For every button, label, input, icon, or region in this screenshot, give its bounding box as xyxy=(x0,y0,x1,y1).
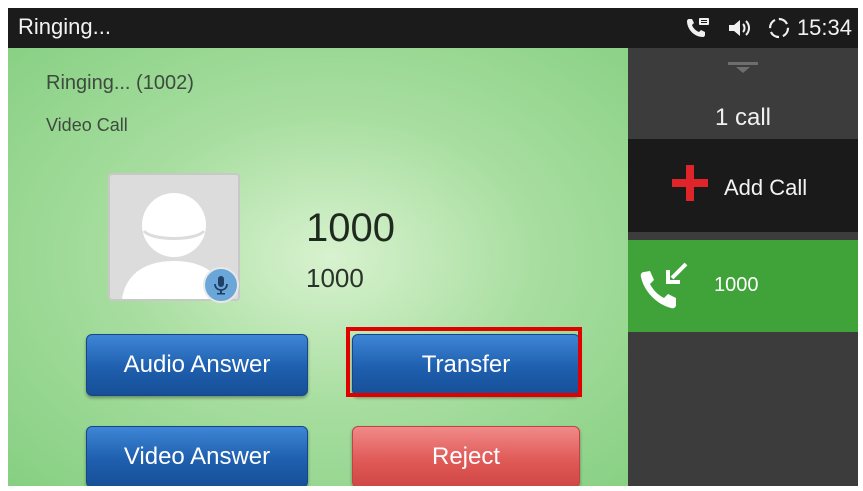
call-count: 1 call xyxy=(714,104,772,131)
reject-button[interactable]: Reject xyxy=(352,426,580,486)
sync-icon xyxy=(767,16,791,40)
transfer-button[interactable]: Transfer xyxy=(352,334,580,396)
phone-screen: Ringing... 15:34 Ringing... (1002) Video… xyxy=(8,8,858,486)
microphone-icon xyxy=(203,267,239,303)
audio-answer-button[interactable]: Audio Answer xyxy=(86,334,308,396)
pull-down-handle-icon[interactable] xyxy=(728,58,758,83)
incoming-call-icon xyxy=(638,260,694,317)
call-list-item-label: 1000 xyxy=(714,274,759,296)
status-title: Ringing... xyxy=(18,14,111,39)
incoming-call-panel: Ringing... (1002) Video Call 1000 1000 A… xyxy=(8,48,628,486)
status-bar: Ringing... 15:34 xyxy=(8,8,858,48)
status-time: 15:34 xyxy=(796,15,852,40)
call-list-panel: 1 call Add Call 1000 xyxy=(628,48,858,486)
call-type: Video Call xyxy=(46,115,128,135)
add-call-label: Add Call xyxy=(724,175,808,200)
plus-icon xyxy=(672,165,708,206)
volume-icon xyxy=(727,17,751,39)
status-icons: 15:34 xyxy=(669,13,852,43)
ringing-status: Ringing... (1002) xyxy=(46,72,194,94)
caller-name: 1000 xyxy=(306,206,395,250)
phone-voicemail-icon xyxy=(685,16,711,40)
add-call-button[interactable]: Add Call xyxy=(628,139,858,232)
call-list-item[interactable]: 1000 xyxy=(628,240,858,332)
caller-number: 1000 xyxy=(306,263,364,293)
video-answer-button[interactable]: Video Answer xyxy=(86,426,308,486)
